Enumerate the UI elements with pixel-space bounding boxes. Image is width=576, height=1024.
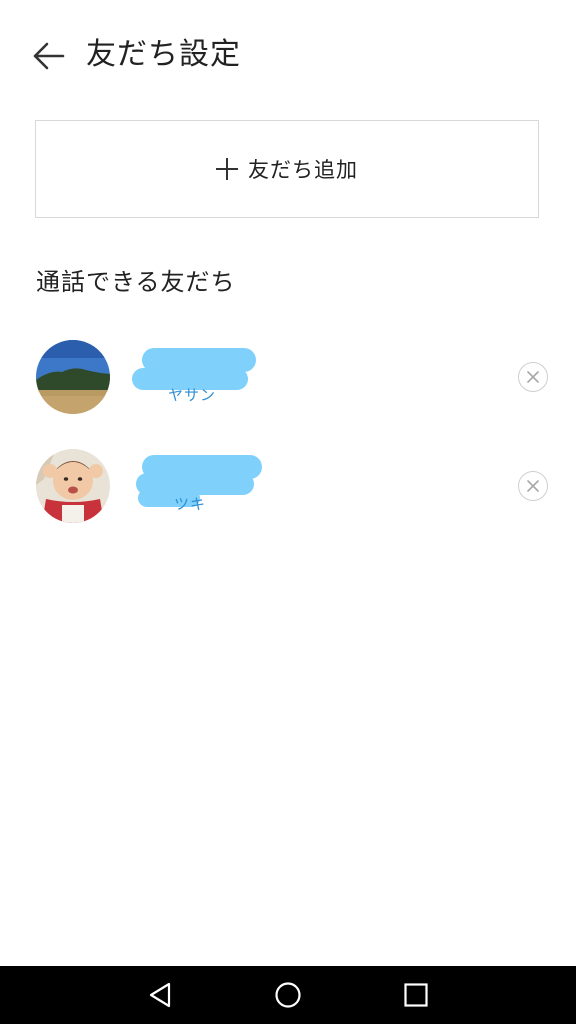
section-title: 通話できる友だち <box>36 268 236 296</box>
friend-row[interactable]: ヤサン <box>0 340 576 440</box>
close-icon <box>527 371 539 383</box>
back-button[interactable] <box>26 36 70 76</box>
close-icon <box>527 480 539 492</box>
nav-back-button[interactable] <box>140 975 180 1015</box>
add-friend-label: 友だち追加 <box>248 158 358 182</box>
remove-friend-button[interactable] <box>518 362 548 392</box>
remove-friend-button[interactable] <box>518 471 548 501</box>
plus-icon <box>216 158 238 180</box>
arrow-left-icon <box>33 42 65 70</box>
app-header: 友だち設定 <box>0 0 576 108</box>
friend-row[interactable]: ツキ <box>0 449 576 549</box>
avatar <box>36 449 110 523</box>
nav-recents-icon <box>404 983 428 1007</box>
system-navigation-bar <box>0 966 576 1024</box>
avatar <box>36 340 110 414</box>
nav-home-icon <box>275 982 301 1008</box>
nav-home-button[interactable] <box>268 975 308 1015</box>
friend-subtitle: ヤサン <box>168 386 217 404</box>
friend-subtitle: ツキ <box>174 495 207 513</box>
page-title: 友だち設定 <box>86 37 241 72</box>
nav-back-icon <box>149 982 171 1008</box>
add-friend-button[interactable]: 友だち追加 <box>35 120 539 218</box>
nav-recents-button[interactable] <box>396 975 436 1015</box>
